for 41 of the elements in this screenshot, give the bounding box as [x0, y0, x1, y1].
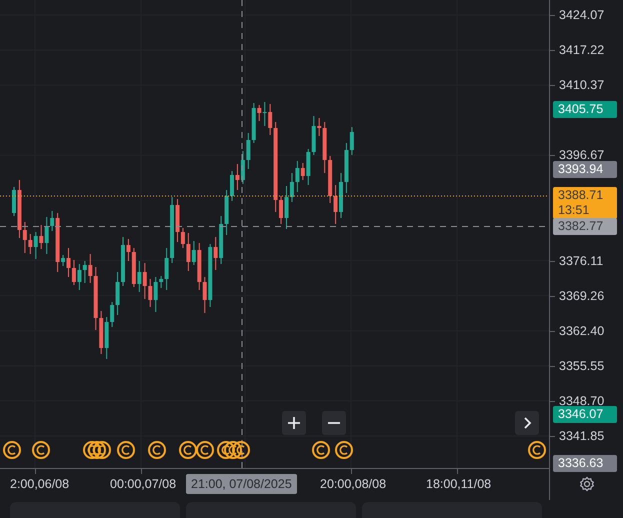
event-marker-icon[interactable]: [232, 441, 250, 459]
crosshair-time-label: 21:00, 07/08/2025: [186, 474, 297, 494]
last-price-badge: 3388.71 13:51: [553, 187, 617, 220]
event-marker-icon[interactable]: [32, 441, 50, 459]
price-badge: 3336.63: [553, 454, 617, 472]
event-marker-icon[interactable]: [93, 441, 111, 459]
event-marker-icon[interactable]: [335, 441, 353, 459]
event-marker-icon[interactable]: [196, 441, 214, 459]
price-tick-label: 3369.26: [559, 288, 604, 303]
event-marker-icon[interactable]: [179, 441, 197, 459]
price-tick-label: 3348.70: [559, 394, 604, 408]
price-tick-label: 3424.07: [559, 8, 604, 22]
time-tick-label: 2:00,06/08: [10, 477, 70, 491]
price-badge: 3405.75: [553, 100, 617, 118]
price-tick-label: 3341.85: [559, 428, 604, 443]
event-marker-icon[interactable]: [224, 441, 242, 459]
zoom-out-button[interactable]: [322, 411, 346, 435]
event-marker-icon[interactable]: [88, 441, 106, 459]
price-badge: 3382.77: [553, 218, 617, 236]
time-tick-label: 18:00,11/08: [426, 477, 492, 491]
event-marker-icon[interactable]: [148, 441, 166, 459]
event-marker-icon[interactable]: [217, 441, 235, 459]
price-tick-label: 3362.40: [559, 324, 604, 338]
price-tick-label: 3410.37: [559, 78, 604, 92]
time-tick-label: 00:00,07/08: [110, 477, 176, 491]
scroll-right-button[interactable]: [515, 411, 539, 435]
event-marker-icon[interactable]: [312, 441, 330, 459]
settings-icon[interactable]: [578, 476, 594, 492]
time-tick-label: 20:00,08/08: [320, 477, 386, 491]
zoom-in-icon: [287, 416, 301, 430]
price-tick-label: 3376.11: [559, 254, 604, 268]
price-badge: 3346.07: [553, 406, 617, 424]
price-tick-label: 3355.55: [559, 358, 604, 373]
event-marker-icon[interactable]: [117, 441, 135, 459]
event-marker-icon[interactable]: [3, 441, 21, 459]
event-marker-icon[interactable]: [83, 441, 101, 459]
price-tick-label: 3417.22: [559, 43, 604, 58]
zoom-in-button[interactable]: [282, 411, 306, 435]
event-marker-icon[interactable]: [528, 441, 546, 459]
price-badge: 3393.94: [553, 161, 617, 178]
price-tick-label: 3396.67: [559, 148, 604, 162]
